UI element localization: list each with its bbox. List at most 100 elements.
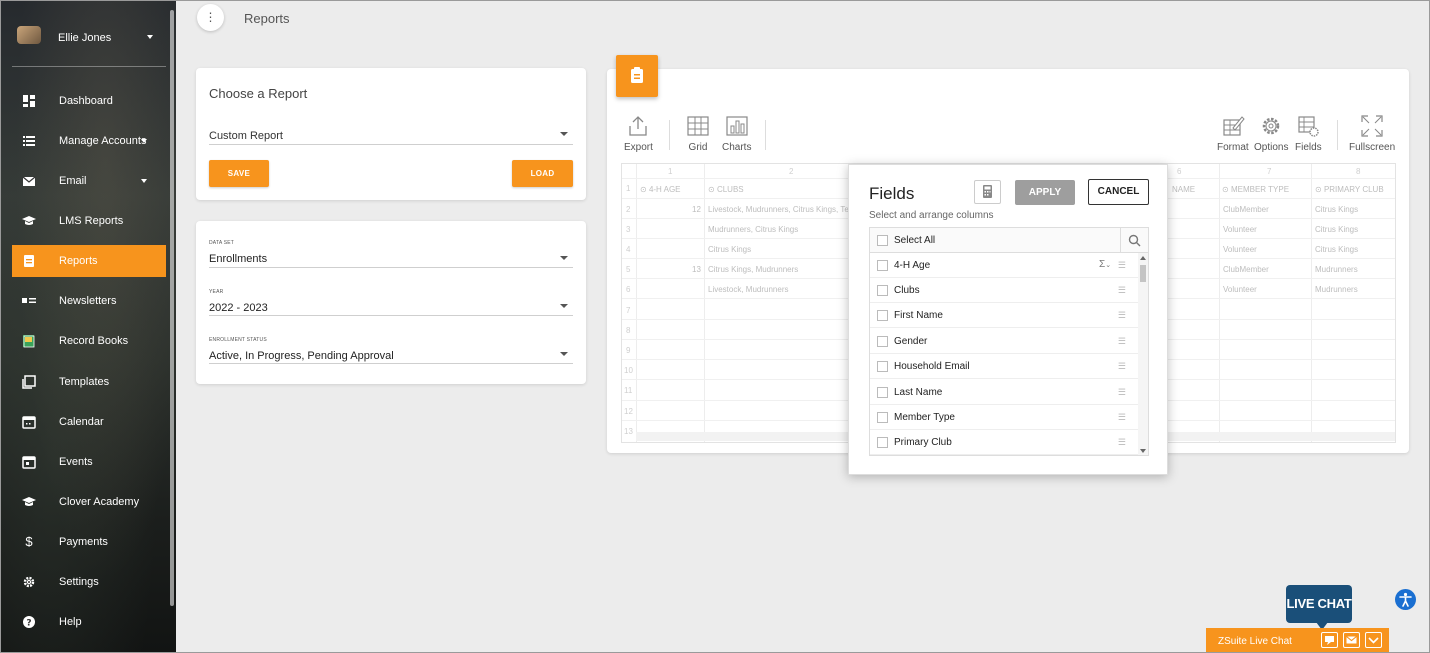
column-header-age[interactable]: ⊙ 4-H AGE (640, 185, 681, 194)
row-number: 1 (626, 184, 631, 193)
chevron-down-icon (560, 352, 568, 356)
select-all-checkbox[interactable] (877, 235, 888, 246)
column-header-clubs[interactable]: ⊙ CLUBS (708, 185, 744, 194)
live-chat-bubble[interactable]: LIVE CHAT (1286, 585, 1352, 630)
cell-clubs: Livestock, Mudrunners, Citrus Kings, Te (708, 205, 849, 214)
fields-dialog-subtitle: Select and arrange columns (869, 210, 994, 221)
select-all-row[interactable]: Select All (870, 228, 1148, 253)
charts-button[interactable]: Charts (722, 114, 751, 153)
gear-icon (1262, 117, 1280, 135)
sidebar-item-label: Help (59, 616, 82, 628)
field-item[interactable]: First Name ☰ (870, 303, 1138, 328)
sidebar-item-reports[interactable]: Reports (12, 245, 166, 277)
field-checkbox[interactable] (877, 361, 888, 372)
column-header-name[interactable]: NAME (1172, 185, 1195, 194)
options-label: Options (1254, 142, 1289, 153)
search-icon[interactable] (1128, 234, 1141, 247)
column-header-primary-club[interactable]: ⊙ PRIMARY CLUB (1315, 185, 1384, 194)
dataset-select[interactable]: Enrollments (209, 249, 573, 268)
fields-list-scrollbar[interactable] (1138, 253, 1148, 455)
drag-handle-icon[interactable]: ☰ (1118, 361, 1126, 372)
field-checkbox[interactable] (877, 437, 888, 448)
sum-icon[interactable]: Σ⌄ (1099, 259, 1111, 270)
drag-handle-icon[interactable]: ☰ (1118, 310, 1126, 321)
sidebar-item-manage-accounts[interactable]: Manage Accounts (12, 125, 166, 157)
options-button[interactable]: Options (1254, 114, 1288, 153)
report-filters-card: DATA SET Enrollments YEAR 2022 - 2023 EN… (196, 221, 586, 384)
accessibility-icon (1399, 592, 1412, 607)
scroll-down-icon[interactable] (1140, 449, 1146, 453)
chevron-down-icon[interactable] (1365, 632, 1382, 648)
field-item[interactable]: Member Type ☰ (870, 405, 1138, 430)
field-item[interactable]: Primary Club ☰ (870, 430, 1138, 455)
field-item[interactable]: Gender ☰ (870, 329, 1138, 354)
sidebar-item-label: Email (59, 175, 87, 187)
sidebar-scrollbar[interactable] (170, 10, 174, 606)
save-button[interactable]: SAVE (209, 160, 269, 187)
sidebar-item-lms-reports[interactable]: LMS Reports (12, 205, 166, 237)
sidebar-item-record-books[interactable]: Record Books (12, 325, 166, 357)
field-checkbox[interactable] (877, 310, 888, 321)
sidebar-item-dashboard[interactable]: Dashboard (12, 85, 166, 117)
gear-icon (23, 576, 35, 588)
calculated-field-button[interactable] (974, 180, 1001, 204)
mail-icon (22, 176, 36, 186)
mail-icon[interactable] (1343, 632, 1360, 648)
field-item[interactable]: Clubs ☰ (870, 278, 1138, 303)
scroll-up-icon[interactable] (1140, 256, 1146, 260)
field-checkbox[interactable] (877, 387, 888, 398)
sidebar-item-email[interactable]: Email (12, 165, 166, 197)
chevron-down-icon (560, 304, 568, 308)
fullscreen-button[interactable]: Fullscreen (1349, 114, 1395, 153)
fields-label: Fields (1295, 142, 1322, 153)
sidebar-item-clover-academy[interactable]: Clover Academy (12, 486, 166, 518)
scrollbar-thumb[interactable] (1140, 265, 1146, 282)
field-checkbox[interactable] (877, 412, 888, 423)
field-label: Primary Club (894, 437, 952, 448)
drag-handle-icon[interactable]: ☰ (1118, 412, 1126, 423)
field-item[interactable]: 4-H Age Σ⌄ ☰ (870, 253, 1138, 278)
apply-button[interactable]: APPLY (1015, 180, 1075, 205)
enrollment-status-select[interactable]: Active, In Progress, Pending Approval (209, 346, 573, 364)
sidebar-item-newsletters[interactable]: Newsletters (12, 285, 166, 317)
drag-handle-icon[interactable]: ☰ (1118, 260, 1126, 271)
export-button[interactable]: Export (624, 114, 653, 153)
format-button[interactable]: Format (1217, 114, 1249, 153)
enrollment-status-caption: ENROLLMENT STATUS (209, 337, 267, 343)
sidebar-item-label: Manage Accounts (59, 135, 147, 147)
cell-primary-club: Citrus Kings (1315, 205, 1359, 214)
fields-icon (1298, 116, 1320, 137)
drag-handle-icon[interactable]: ☰ (1118, 336, 1126, 347)
report-select[interactable]: Custom Report (209, 126, 573, 145)
grid-button[interactable]: Grid (686, 114, 710, 153)
chat-icon[interactable] (1321, 632, 1338, 648)
year-select[interactable]: 2022 - 2023 (209, 298, 573, 316)
cell-primary-club: Citrus Kings (1315, 245, 1359, 254)
sidebar-item-events[interactable]: Events (12, 446, 166, 478)
calculator-icon (983, 185, 992, 198)
drag-handle-icon[interactable]: ☰ (1118, 387, 1126, 398)
sidebar-item-payments[interactable]: $ Payments (12, 526, 166, 558)
more-menu-button[interactable]: ⋮ (197, 4, 224, 31)
field-checkbox[interactable] (877, 336, 888, 347)
sidebar-item-calendar[interactable]: Calendar (12, 406, 166, 438)
user-menu[interactable]: Ellie Jones (0, 22, 166, 54)
fields-button[interactable]: Fields (1295, 114, 1322, 153)
drag-handle-icon[interactable]: ☰ (1118, 437, 1126, 448)
sidebar-item-templates[interactable]: Templates (12, 366, 166, 398)
field-checkbox[interactable] (877, 260, 888, 271)
live-chat-bar[interactable]: ZSuite Live Chat (1206, 628, 1389, 653)
sidebar-item-help[interactable]: ? Help (12, 606, 166, 638)
cancel-button[interactable]: CANCEL (1088, 179, 1149, 205)
cell-clubs: Citrus Kings (708, 245, 752, 254)
format-label: Format (1217, 142, 1249, 153)
year-value: 2022 - 2023 (209, 302, 268, 314)
field-item[interactable]: Last Name ☰ (870, 380, 1138, 405)
accessibility-button[interactable] (1395, 589, 1416, 610)
drag-handle-icon[interactable]: ☰ (1118, 285, 1126, 296)
column-header-member-type[interactable]: ⊙ MEMBER TYPE (1222, 185, 1289, 194)
sidebar-item-settings[interactable]: Settings (12, 566, 166, 598)
load-button[interactable]: LOAD (512, 160, 573, 187)
field-item[interactable]: Household Email ☰ (870, 354, 1138, 379)
field-checkbox[interactable] (877, 285, 888, 296)
